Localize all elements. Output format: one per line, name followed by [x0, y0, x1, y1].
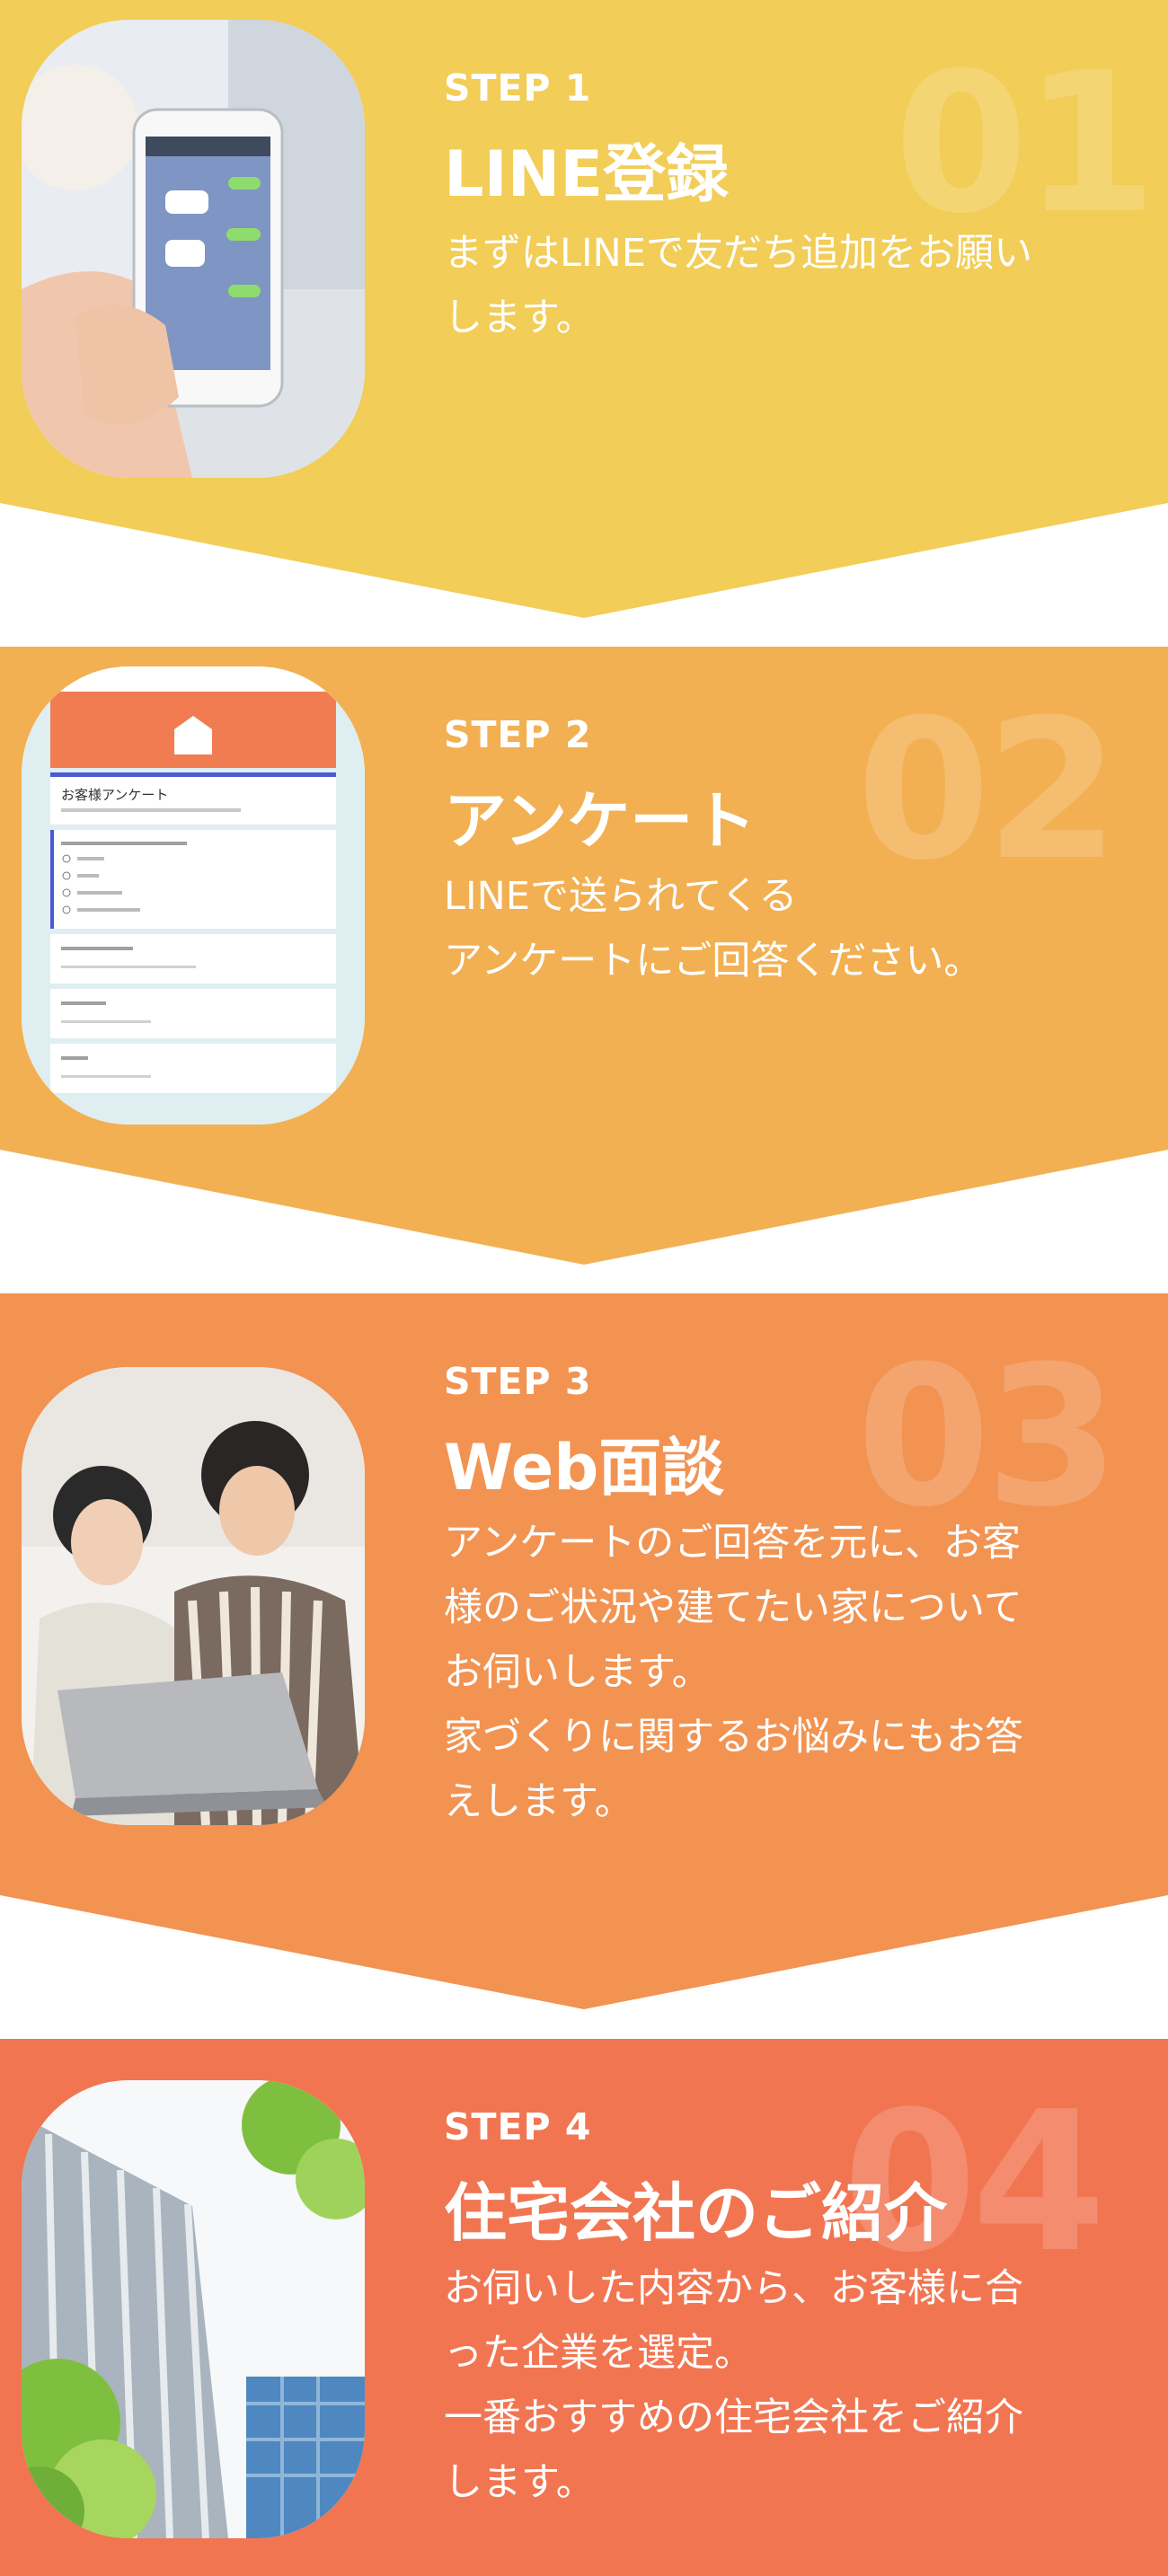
step-3-number: 03 [856, 1324, 1119, 1549]
step-4-description: お伺いした内容から、お客様に合 った企業を選定。 一番おすすめの住宅会社をご紹介… [444, 2266, 1023, 2505]
step-2-label: STEP 2 [444, 713, 592, 756]
step-2-number: 02 [856, 677, 1119, 903]
step-4-label: STEP 4 [444, 2105, 592, 2148]
step-2: お客様アンケート 02 STEP 2 アンケート LINEで送られてくる アンケ… [0, 647, 1168, 1266]
step-1-photo [22, 20, 365, 478]
step-3-label: STEP 3 [444, 1360, 592, 1403]
step-1: 01 STEP 1 LINE登録 まずはLINEで友だち追加をお願い します。 [0, 0, 1168, 620]
survey-heading: お客様アンケート [61, 787, 168, 803]
step-4-title: 住宅会社のご紹介 [444, 2176, 947, 2250]
step-3-photo [22, 1367, 365, 1825]
step-2-survey-screenshot: お客様アンケート [22, 666, 365, 1125]
step-4-photo [22, 2080, 365, 2538]
step-1-number: 01 [894, 31, 1157, 256]
step-2-description: LINEで送られてくる アンケートにご回答ください。 [444, 874, 983, 984]
step-1-title: LINE登録 [444, 137, 730, 211]
step-4: 04 STEP 4 住宅会社のご紹介 お伺いした内容から、お客様に合 った企業を… [0, 2039, 1168, 2576]
step-3: 03 STEP 3 Web面談 アンケートのご回答を元に、お客 様のご状況や建て… [0, 1293, 1168, 2012]
step-3-description: アンケートのご回答を元に、お客 様のご状況や建てたい家について お伺いします。 … [444, 1521, 1023, 1824]
step-2-title: アンケート [444, 784, 757, 858]
step-3-title: Web面談 [444, 1431, 725, 1504]
step-1-description: まずはLINEで友だち追加をお願い します。 [444, 231, 1032, 340]
step-1-label: STEP 1 [444, 66, 592, 110]
